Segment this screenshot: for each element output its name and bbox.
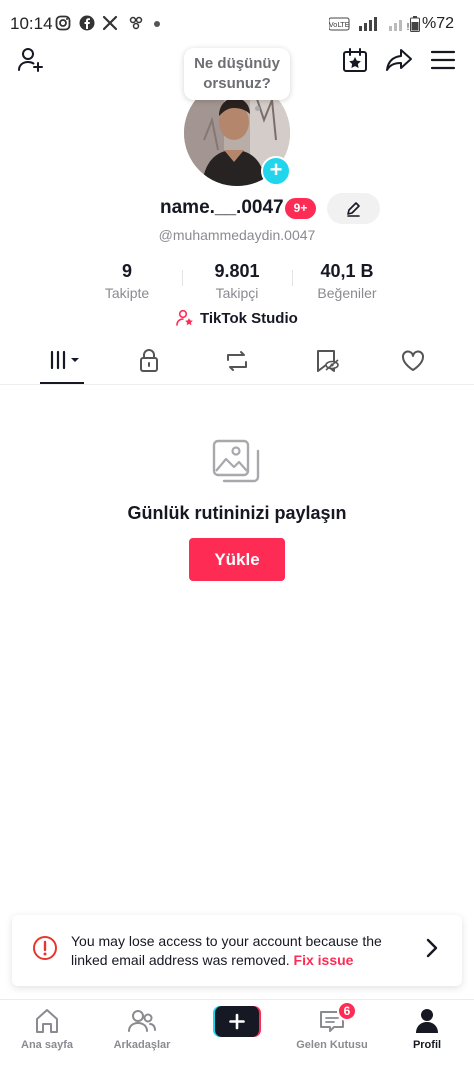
studio-user-star-icon <box>176 309 193 326</box>
battery-icon <box>410 16 420 32</box>
instagram-icon <box>55 15 71 31</box>
inbox-badge: 6 <box>337 1001 357 1021</box>
followers-count: 9.801 <box>214 261 260 281</box>
add-friend-icon[interactable] <box>16 45 46 75</box>
share-icon[interactable] <box>384 45 414 75</box>
svg-text:!: ! <box>406 22 409 32</box>
alert-icon <box>33 936 57 960</box>
warning-banner[interactable]: You may lose access to your account beca… <box>12 915 462 986</box>
thoughts-bubble[interactable]: Ne düşünüy orsunuz? <box>184 48 290 100</box>
add-story-button[interactable]: + <box>261 156 291 186</box>
followers-label: Takipçi <box>215 285 259 301</box>
studio-label: TikTok Studio <box>200 309 298 327</box>
bubble-text-line2: orsunuz? <box>203 75 271 92</box>
following-label: Takipte <box>104 285 150 301</box>
notification-dot <box>154 21 160 27</box>
heart-icon[interactable] <box>398 348 428 374</box>
chevron-right-icon[interactable] <box>424 937 440 959</box>
svg-text:VoLTE: VoLTE <box>329 21 349 29</box>
status-bar: 10:14 VoLTE ! %72 <box>0 0 474 48</box>
app-notification-icon <box>129 16 143 30</box>
stat-likes[interactable]: 40,1 B Beğeniler <box>292 261 402 301</box>
empty-state-title: Günlük rutininizi paylaşın <box>127 503 347 523</box>
tiktok-studio-link[interactable]: TikTok Studio <box>176 309 298 327</box>
profile-username: name.__.0047 <box>160 197 284 218</box>
create-button[interactable] <box>213 1006 261 1037</box>
pencil-icon <box>347 202 360 217</box>
status-time: 10:14 <box>10 14 53 33</box>
following-count: 9 <box>121 261 132 281</box>
bottom-navigation: Ana sayfa Arkadaşlar Gelen Kutusu Profil <box>0 999 474 1080</box>
facebook-icon <box>79 15 95 31</box>
nav-inbox-label: Gelen Kutusu <box>296 1039 368 1051</box>
profile-tabs <box>0 340 474 385</box>
grid-columns-icon[interactable] <box>48 348 82 374</box>
active-tab-indicator <box>40 382 84 384</box>
fix-issue-link[interactable]: Fix issue <box>294 952 354 968</box>
nav-friends-label: Arkadaşlar <box>113 1039 171 1051</box>
calendar-star-icon[interactable] <box>340 45 370 75</box>
repost-icon[interactable] <box>222 348 252 374</box>
upload-button[interactable]: Yükle <box>189 538 285 581</box>
stat-followers[interactable]: 9.801 Takipçi <box>182 261 292 301</box>
friends-icon <box>128 1010 156 1032</box>
bubble-text-line1: Ne düşünüy <box>194 55 280 72</box>
nav-friends[interactable]: Arkadaşlar <box>97 1006 187 1051</box>
likes-count: 40,1 B <box>320 261 374 281</box>
home-icon <box>36 1009 58 1033</box>
profile-icon <box>416 1009 438 1033</box>
profile-handle: @muhammedaydin.0047 <box>158 227 316 243</box>
nav-home-label: Ana sayfa <box>21 1039 73 1051</box>
stat-following[interactable]: 9 Takipte <box>72 261 182 301</box>
nav-profile[interactable]: Profil <box>382 1006 472 1051</box>
lock-icon[interactable] <box>134 348 164 374</box>
nav-inbox[interactable]: Gelen Kutusu <box>287 1006 377 1051</box>
notification-badge[interactable]: 9+ <box>285 198 316 219</box>
signal-weak-icon: ! <box>389 20 409 32</box>
photos-icon <box>212 439 260 483</box>
nav-home[interactable]: Ana sayfa <box>2 1006 92 1051</box>
banner-message-block: You may lose access to your account beca… <box>71 932 411 970</box>
likes-label: Beğeniler <box>317 285 377 301</box>
bubble-dot <box>255 106 260 111</box>
menu-icon[interactable] <box>428 45 458 75</box>
battery-percent: %72 <box>422 15 455 32</box>
nav-profile-label: Profil <box>412 1039 442 1051</box>
bookmark-hidden-icon[interactable] <box>312 348 342 374</box>
edit-profile-button[interactable] <box>327 193 380 224</box>
signal-icon: VoLTE <box>329 17 377 31</box>
x-icon <box>102 15 118 31</box>
